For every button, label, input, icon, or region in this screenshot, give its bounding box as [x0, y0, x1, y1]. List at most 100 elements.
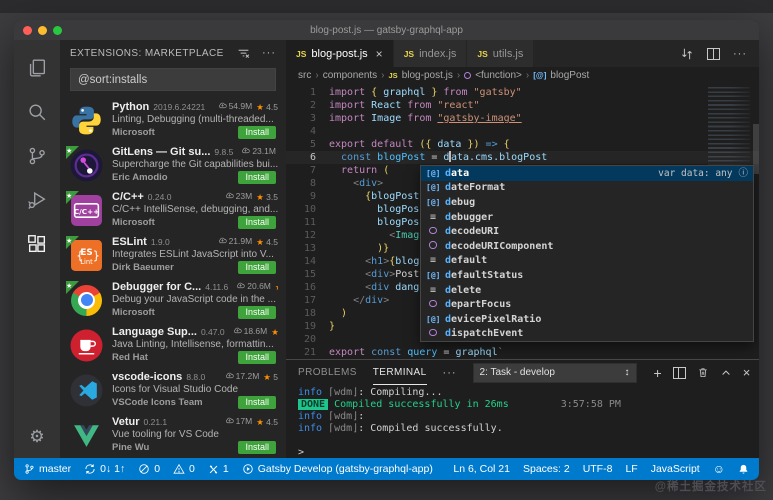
play-icon [242, 463, 254, 475]
status-launch-task[interactable]: Gatsby Develop (gatsby-graphql-app) [242, 463, 433, 475]
extension-name: Python [112, 101, 149, 113]
tab-problems[interactable]: PROBLEMS [298, 360, 357, 385]
editor-tab[interactable]: JSindex.js [394, 40, 468, 67]
suggestion-item[interactable]: decodeURIComponent [421, 239, 753, 254]
extension-list-item[interactable]: Language Sup...0.47.018.6M★ 4.5Java Lint… [60, 322, 286, 367]
breadcrumb-item[interactable]: src [298, 70, 311, 81]
close-tab-icon[interactable]: × [376, 47, 383, 61]
line-number: 17 [286, 294, 329, 307]
extension-list-item[interactable]: Vetur0.21.117M★ 4.5Vue tooling for VS Co… [60, 412, 286, 457]
status-sync[interactable]: 0↓ 1↑ [84, 463, 125, 475]
suggestion-label: dateFormat [445, 181, 505, 194]
feedback-smiley-icon[interactable]: ☺ [713, 462, 725, 476]
extensions-search-input[interactable] [70, 68, 276, 91]
install-button[interactable]: Install [238, 396, 276, 409]
extension-author: Microsoft [112, 217, 155, 228]
panel-more-actions-icon[interactable]: ··· [443, 367, 457, 379]
breadcrumb-item[interactable]: <function> [475, 70, 522, 81]
extension-list-item[interactable]: ★Debugger for C...4.11.620.6M★ 4Debug yo… [60, 277, 286, 322]
terminal-instance-select[interactable]: 2: Task - develop ↕ [473, 363, 637, 383]
breadcrumb-item[interactable]: blogPost [550, 70, 589, 81]
extension-list-item[interactable]: vscode-icons8.8.017.2M★ 5Icons for Visua… [60, 367, 286, 412]
symbol-method-icon [426, 240, 440, 253]
extension-name: vscode-icons [112, 371, 182, 383]
kill-terminal-icon[interactable] [697, 366, 709, 379]
code-editor[interactable]: 1import { graphql } from "gatsby"2import… [286, 84, 759, 359]
status-line-col[interactable]: Ln 6, Col 21 [453, 463, 510, 475]
activity-extensions[interactable] [14, 222, 60, 266]
close-panel-icon[interactable]: × [743, 366, 751, 379]
suggestion-item[interactable]: [@]debug [421, 195, 753, 210]
status-branch[interactable]: master [24, 463, 71, 475]
status-language-mode[interactable]: JavaScript [651, 463, 700, 475]
status-encoding[interactable]: UTF-8 [583, 463, 613, 475]
extensions-list: Python2019.6.2422154.9M★ 4.5Linting, Deb… [60, 97, 286, 458]
install-button[interactable]: Install [238, 216, 276, 229]
install-button[interactable]: Install [238, 306, 276, 319]
activity-source-control[interactable] [14, 134, 60, 178]
extension-rating: ★ 5 [263, 372, 278, 383]
activity-explorer[interactable] [14, 46, 60, 90]
install-button[interactable]: Install [238, 261, 276, 274]
tab-terminal[interactable]: TERMINAL [373, 360, 427, 385]
suggestion-item[interactable]: ≡delete [421, 283, 753, 298]
install-button[interactable]: Install [238, 171, 276, 184]
install-button[interactable]: Install [238, 126, 276, 139]
maximize-panel-icon[interactable] [720, 367, 732, 379]
bell-icon[interactable] [738, 463, 749, 475]
breadcrumb-item[interactable]: components [323, 70, 377, 81]
extension-list-item[interactable]: C/C++★C/C++0.24.023M★ 3.5C/C++ IntelliSe… [60, 187, 286, 232]
extension-list-item[interactable]: Python2019.6.2422154.9M★ 4.5Linting, Deb… [60, 97, 286, 142]
status-eol[interactable]: LF [625, 463, 637, 475]
compare-changes-icon[interactable] [680, 47, 694, 61]
code-line: 2import React from "react" [286, 99, 759, 112]
zoom-window-button[interactable] [53, 26, 62, 35]
status-tasks[interactable]: 1 [208, 463, 229, 475]
minimize-window-button[interactable] [38, 26, 47, 35]
info-icon[interactable]: ⓘ [738, 167, 748, 180]
status-indentation[interactable]: Spaces: 2 [523, 463, 570, 475]
split-terminal-icon[interactable] [673, 367, 686, 379]
editor-more-actions-icon[interactable]: ··· [733, 48, 747, 60]
extension-list-item[interactable]: {}ESLint★ESLint1.9.021.9M★ 4.5Integrates… [60, 232, 286, 277]
suggestion-item[interactable]: [@]dateFormat [421, 181, 753, 196]
activity-settings[interactable]: ⚙ [14, 414, 60, 458]
close-window-button[interactable] [23, 26, 32, 35]
clear-filter-icon[interactable] [237, 47, 250, 60]
sidebar-more-actions-icon[interactable]: ··· [262, 47, 276, 59]
install-button[interactable]: Install [238, 441, 276, 454]
suggestion-item[interactable]: [@]devicePixelRatio [421, 312, 753, 327]
activity-search[interactable] [14, 90, 60, 134]
activity-debug[interactable] [14, 178, 60, 222]
editor-tab[interactable]: JSutils.js [467, 40, 534, 67]
sidebar-title: EXTENSIONS: MARKETPLACE [70, 48, 224, 59]
extension-list-item[interactable]: ★GitLens — Git su...9.8.523.1M★ 5Superch… [60, 142, 286, 187]
breadcrumb-item[interactable]: blog-post.js [402, 70, 453, 81]
suggestion-item[interactable]: departFocus [421, 297, 753, 312]
debug-icon [26, 189, 48, 211]
extension-description: C/C++ IntelliSense, debugging, and... [112, 204, 278, 215]
status-errors[interactable]: 0 [138, 463, 160, 475]
suggestion-label: data [445, 167, 469, 180]
titlebar[interactable]: blog-post.js — gatsby-graphql-app [14, 20, 759, 40]
terminal-line: info ⌈wdm⌋: Compiling... [298, 387, 747, 399]
suggestion-item[interactable]: dispatchEvent [421, 327, 753, 342]
symbol-method-icon [426, 225, 440, 238]
suggestion-item[interactable]: decodeURI [421, 224, 753, 239]
line-number: 5 [286, 138, 329, 151]
suggestion-item[interactable]: ≡default [421, 254, 753, 269]
suggestion-item[interactable]: ≡debugger [421, 210, 753, 225]
suggestion-item[interactable]: [@]defaultStatus [421, 268, 753, 283]
cpp-logo-icon: C/C++★ [70, 194, 103, 227]
install-button[interactable]: Install [238, 351, 276, 364]
terminal-output[interactable]: info ⌈wdm⌋: Compiling...DONE Compiled su… [286, 385, 759, 461]
suggestion-item[interactable]: [@]datavar data: anyⓘ [421, 166, 753, 181]
breadcrumb[interactable]: src›components›JSblog-post.js›<function>… [286, 67, 759, 84]
suggestion-label: debugger [445, 211, 493, 224]
editor-tab[interactable]: JSblog-post.js× [286, 40, 394, 67]
extension-rating: ★ 4.5 [256, 417, 278, 428]
new-terminal-icon[interactable]: + [654, 366, 662, 380]
status-warnings[interactable]: 0 [173, 463, 195, 475]
symbol-method-icon [464, 72, 471, 79]
split-editor-icon[interactable] [707, 48, 720, 60]
